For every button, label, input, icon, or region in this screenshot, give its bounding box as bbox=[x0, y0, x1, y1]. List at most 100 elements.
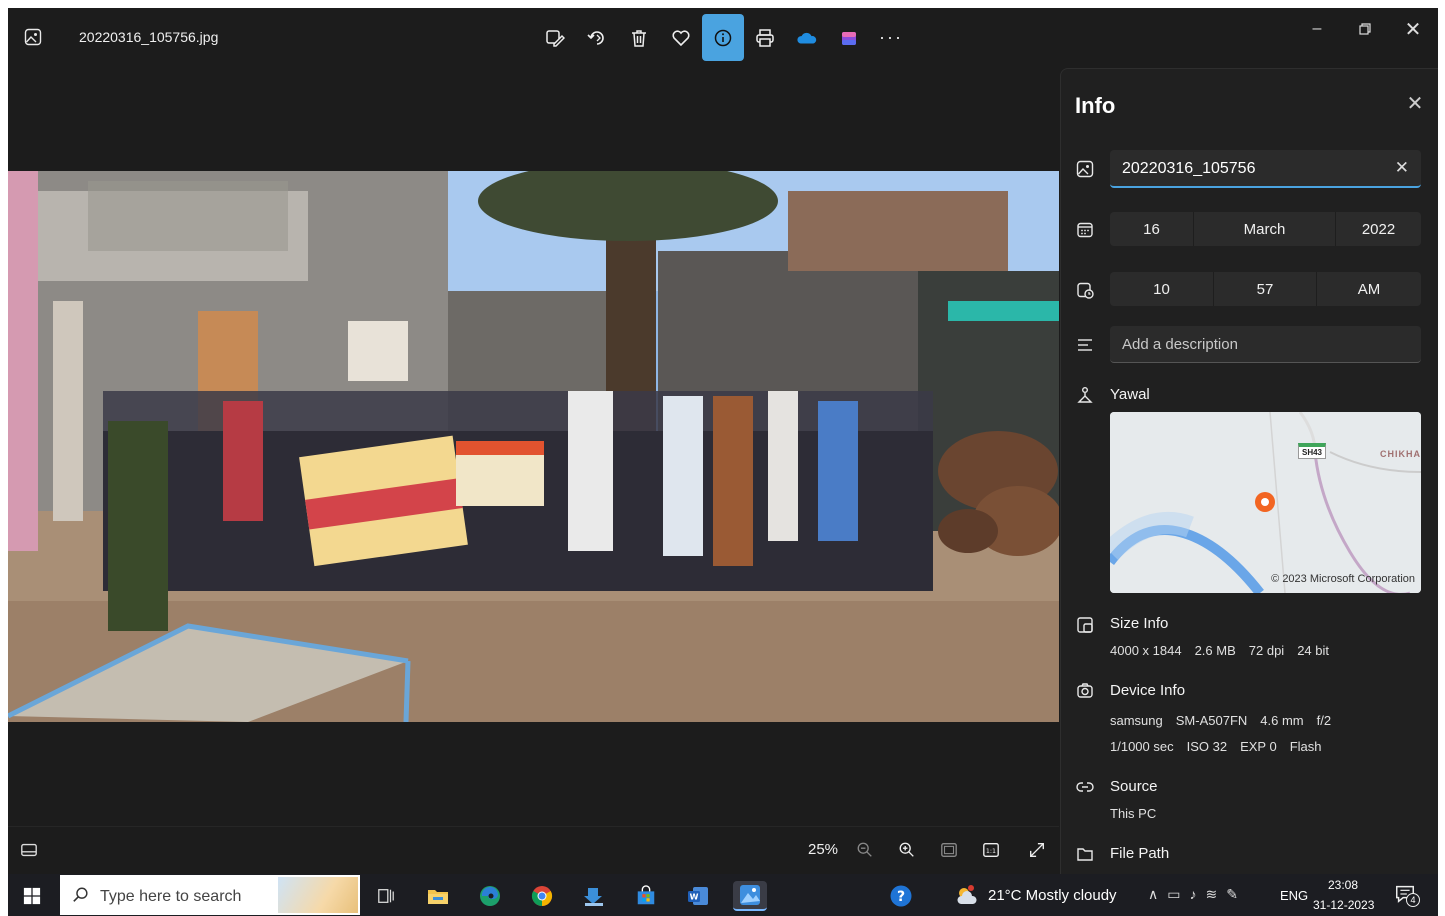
fullscreen-button[interactable] bbox=[1026, 839, 1048, 861]
edge-button[interactable] bbox=[475, 881, 505, 911]
language-indicator[interactable]: ENG bbox=[1280, 888, 1308, 903]
rotate-button[interactable] bbox=[576, 14, 618, 61]
info-icon bbox=[714, 29, 732, 46]
map-place-label: CHIKHA bbox=[1380, 449, 1421, 459]
description-icon bbox=[1075, 335, 1095, 355]
onedrive-button[interactable] bbox=[786, 14, 828, 61]
photo-image[interactable] bbox=[8, 171, 1059, 722]
file-name-value: 20220316_105756 bbox=[1122, 160, 1256, 177]
zoom-in-icon bbox=[899, 842, 914, 857]
windows-logo-icon bbox=[23, 887, 41, 905]
source-label: Source bbox=[1110, 778, 1158, 795]
taskbar-search-box[interactable]: Type here to search bbox=[60, 875, 360, 915]
time-minute[interactable]: 57 bbox=[1214, 272, 1317, 306]
actual-size-button[interactable]: 1:1 bbox=[980, 839, 1002, 861]
location-person-icon bbox=[1075, 385, 1095, 405]
focal-length: 4.6 mm bbox=[1260, 713, 1304, 728]
install-app-icon bbox=[584, 888, 603, 906]
image-icon bbox=[1075, 159, 1095, 179]
clock-date[interactable]: 31-12-2023 bbox=[1313, 898, 1374, 912]
filmstrip-icon bbox=[21, 843, 37, 857]
downloads-app-button[interactable] bbox=[579, 881, 609, 911]
cloudy-weather-icon bbox=[957, 885, 977, 904]
search-highlight-image bbox=[278, 877, 358, 913]
clear-name-button[interactable]: ✕ bbox=[1395, 158, 1409, 178]
printer-icon bbox=[756, 28, 774, 47]
source-value: This PC bbox=[1110, 806, 1157, 821]
notification-count: 4 bbox=[1406, 893, 1420, 907]
date-year[interactable]: 2022 bbox=[1336, 212, 1421, 246]
svg-text:W: W bbox=[690, 893, 699, 902]
filmstrip-toggle-button[interactable] bbox=[18, 839, 40, 861]
weather-text[interactable]: 21°C Mostly cloudy bbox=[988, 887, 1117, 904]
volume-icon[interactable]: ♪ bbox=[1189, 886, 1205, 902]
close-window-button[interactable]: ✕ bbox=[1390, 14, 1436, 44]
more-button[interactable]: ··· bbox=[870, 14, 912, 61]
photos-icon bbox=[740, 885, 760, 905]
shutter-speed: 1/1000 sec bbox=[1110, 739, 1174, 754]
close-icon: ✕ bbox=[1404, 18, 1422, 41]
minimize-button[interactable]: – bbox=[1294, 14, 1340, 44]
camera-make: samsung bbox=[1110, 713, 1163, 728]
folder-icon bbox=[1075, 844, 1095, 864]
info-button[interactable] bbox=[702, 14, 744, 61]
notifications-button[interactable]: 4 bbox=[1394, 883, 1420, 907]
time-icon bbox=[1075, 280, 1095, 300]
date-picker[interactable]: 16 March 2022 bbox=[1110, 212, 1421, 246]
chrome-button[interactable] bbox=[527, 881, 557, 911]
time-picker[interactable]: 10 57 AM bbox=[1110, 272, 1421, 306]
show-hidden-icons-icon[interactable]: ∧ bbox=[1148, 886, 1167, 902]
rotate-icon bbox=[587, 30, 604, 45]
photos-app-button[interactable] bbox=[733, 881, 767, 911]
battery-icon[interactable]: ▭ bbox=[1167, 886, 1189, 902]
clipchamp-icon bbox=[842, 31, 856, 45]
print-button[interactable] bbox=[744, 14, 786, 61]
delete-button[interactable] bbox=[618, 14, 660, 61]
file-explorer-button[interactable] bbox=[423, 881, 453, 911]
camera-icon bbox=[1075, 681, 1095, 701]
help-button[interactable]: ? bbox=[886, 881, 916, 911]
edit-image-icon bbox=[546, 29, 565, 47]
description-placeholder: Add a description bbox=[1122, 336, 1238, 353]
highway-shield: SH43 bbox=[1298, 443, 1326, 459]
photos-app-window: 20220316_105756.jpg ··· – ✕ 25% 1:1 Info… bbox=[8, 8, 1438, 874]
zoom-out-button[interactable] bbox=[854, 839, 876, 861]
device-info-label: Device Info bbox=[1110, 682, 1186, 699]
location-map[interactable]: SH43 CHIKHA © 2023 Microsoft Corporation bbox=[1110, 412, 1421, 593]
weather-widget-icon[interactable] bbox=[952, 881, 982, 911]
file-name-field[interactable]: 20220316_105756 ✕ bbox=[1110, 150, 1421, 188]
word-button[interactable]: W bbox=[683, 881, 713, 911]
clock-time[interactable]: 23:08 bbox=[1328, 878, 1358, 892]
more-icon: ··· bbox=[879, 27, 903, 47]
restore-button[interactable] bbox=[1342, 14, 1388, 44]
date-month[interactable]: March bbox=[1194, 212, 1336, 246]
iso: ISO 32 bbox=[1186, 739, 1228, 754]
file-path-label: File Path bbox=[1110, 845, 1170, 862]
start-button[interactable] bbox=[18, 882, 46, 910]
time-hour[interactable]: 10 bbox=[1110, 272, 1214, 306]
fit-to-window-button[interactable] bbox=[938, 839, 960, 861]
size-info-details: 4000 x 1844 2.6 MB 72 dpi 24 bit bbox=[1110, 643, 1342, 658]
map-credit: © 2023 Microsoft Corporation bbox=[1271, 573, 1415, 585]
trash-icon bbox=[632, 29, 646, 47]
actual-size-icon: 1:1 bbox=[983, 843, 999, 857]
microsoft-store-button[interactable] bbox=[631, 881, 661, 911]
zoom-level[interactable]: 25% bbox=[808, 841, 838, 858]
task-view-button[interactable] bbox=[371, 881, 401, 911]
date-day[interactable]: 16 bbox=[1110, 212, 1194, 246]
pen-icon[interactable]: ✎ bbox=[1226, 886, 1247, 902]
zoom-in-button[interactable] bbox=[896, 839, 918, 861]
onedrive-cloud-icon bbox=[797, 32, 817, 43]
zoom-out-icon bbox=[857, 842, 872, 857]
description-input[interactable]: Add a description bbox=[1110, 326, 1421, 363]
chrome-icon bbox=[531, 886, 553, 907]
edit-image-button[interactable] bbox=[534, 14, 576, 61]
time-period[interactable]: AM bbox=[1317, 272, 1421, 306]
close-info-button[interactable]: ✕ bbox=[1404, 93, 1426, 115]
location-name[interactable]: Yawal bbox=[1110, 386, 1150, 403]
clipchamp-button[interactable] bbox=[828, 14, 870, 61]
favorite-button[interactable] bbox=[660, 14, 702, 61]
wifi-icon[interactable]: ≋ bbox=[1205, 886, 1226, 902]
tray-icons[interactable]: ∧▭♪≋✎ bbox=[1148, 886, 1247, 903]
store-icon bbox=[637, 885, 655, 905]
